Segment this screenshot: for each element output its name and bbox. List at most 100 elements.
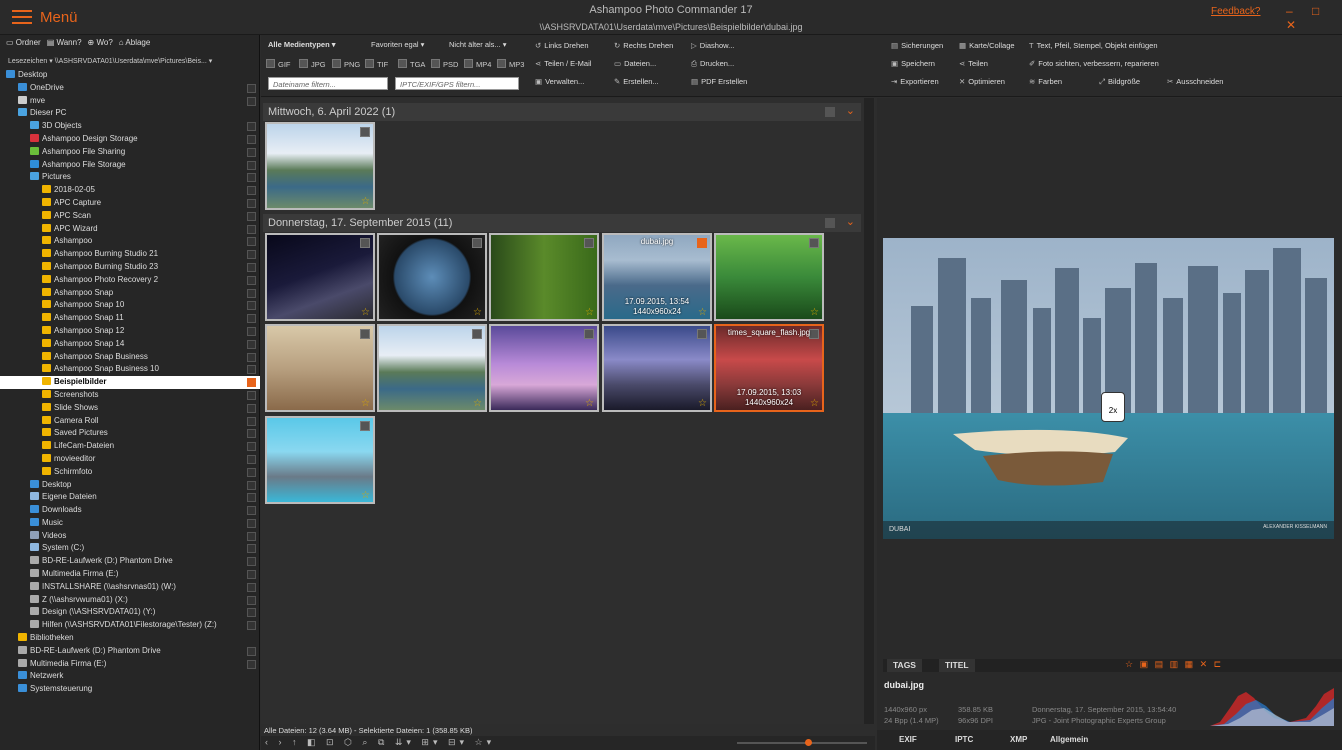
group-header[interactable]: Mittwoch, 6. April 2022 (1) ⌄: [263, 103, 861, 121]
tree-item-checkbox[interactable]: [247, 301, 256, 311]
tree-item[interactable]: Camera Roll: [0, 415, 260, 428]
thumbnail-purple-city[interactable]: ☆: [489, 324, 599, 412]
tree-item-checkbox[interactable]: [247, 339, 256, 349]
tree-item-checkbox[interactable]: [247, 621, 256, 631]
preview-image[interactable]: DUBAI ALEXANDER KISSELMANN: [883, 238, 1334, 539]
toolbar-button[interactable]: ▤ PDF Erstellen: [691, 77, 747, 86]
tree-item[interactable]: Ashampoo Burning Studio 21: [0, 248, 260, 261]
tab-wo[interactable]: ⊕ Wo?: [88, 38, 113, 47]
tree-item[interactable]: Eigene Dateien: [0, 491, 260, 504]
filter-jpg-checkbox[interactable]: JPG: [299, 59, 326, 69]
tree-item-checkbox[interactable]: [247, 160, 256, 170]
toolbar-button[interactable]: ▭ Dateien...: [614, 59, 656, 68]
thumbnail-checkbox[interactable]: [360, 127, 370, 137]
tree-item-checkbox[interactable]: [247, 326, 256, 336]
tree-item-checkbox[interactable]: [247, 378, 256, 388]
tree-item[interactable]: 3D Objects: [0, 120, 260, 133]
tree-item-checkbox[interactable]: [247, 544, 256, 554]
thumbnail-checkbox[interactable]: [472, 329, 482, 339]
tree-item-checkbox[interactable]: [247, 83, 256, 93]
tree-item[interactable]: Hilfen (\\ASHSRVDATA01\Filestorage\Teste…: [0, 619, 260, 632]
tree-item[interactable]: BD-RE-Laufwerk (D:) Phantom Drive: [0, 645, 260, 658]
tree-item[interactable]: Schirmfoto: [0, 466, 260, 479]
tree-item[interactable]: Screenshots: [0, 389, 260, 402]
thumbnail-jungle[interactable]: ☆: [714, 233, 824, 321]
thumbnail-dragonfly[interactable]: ☆: [489, 233, 599, 321]
thumbnail-goat[interactable]: ☆: [265, 324, 375, 412]
tree-item-checkbox[interactable]: [247, 237, 256, 247]
tree-item[interactable]: Ashampoo Snap 14: [0, 338, 260, 351]
filter-mp3-checkbox[interactable]: MP3: [497, 59, 524, 69]
tree-item[interactable]: Ashampoo Design Storage: [0, 133, 260, 146]
tree-item-checkbox[interactable]: [247, 467, 256, 477]
tab-ordner[interactable]: ▭ Ordner: [6, 38, 41, 47]
bookmark-dropdown[interactable]: Lesezeichen ▾ \\ASHSRVDATA01\Userdata\mv…: [8, 57, 258, 65]
tree-item-checkbox[interactable]: [247, 531, 256, 541]
thumbnail-lake-mountains[interactable]: ☆: [265, 122, 375, 210]
tree-item-checkbox[interactable]: [247, 211, 256, 221]
tree-item[interactable]: LifeCam-Dateien: [0, 440, 260, 453]
tree-item[interactable]: Ashampoo Snap 12: [0, 325, 260, 338]
thumbnail-checkbox[interactable]: [360, 238, 370, 248]
tree-item-checkbox[interactable]: [247, 506, 256, 516]
tree-item-checkbox[interactable]: [247, 134, 256, 144]
tree-item-checkbox[interactable]: [247, 518, 256, 528]
star-icon[interactable]: ☆: [585, 307, 594, 318]
tree-item[interactable]: Netzwerk: [0, 670, 260, 683]
tree-item-checkbox[interactable]: [247, 314, 256, 324]
thumbnail-dubai[interactable]: ☆ dubai.jpg 17.09.2015, 13:54 1440x960x24: [602, 233, 712, 321]
tree-item-checkbox[interactable]: [247, 186, 256, 196]
tree-item[interactable]: Ashampoo File Sharing: [0, 146, 260, 159]
vertical-scrollbar[interactable]: [864, 98, 874, 724]
filter-tga-checkbox[interactable]: TGA: [398, 59, 425, 69]
tree-item-checkbox[interactable]: [247, 442, 256, 452]
star-icon[interactable]: ☆: [361, 490, 370, 501]
tree-item[interactable]: Multimedia Firma (E:): [0, 568, 260, 581]
tree-item[interactable]: INSTALLSHARE (\\ashsrvnas01) (W:): [0, 581, 260, 594]
toolbar-button[interactable]: T Text, Pfeil, Stempel, Objekt einfügen: [1029, 41, 1158, 50]
filter-tif-checkbox[interactable]: TIF: [365, 59, 388, 69]
tree-item[interactable]: Multimedia Firma (E:): [0, 658, 260, 671]
age-select[interactable]: Nicht älter als... ▾: [449, 40, 507, 49]
tree-item-checkbox[interactable]: [247, 288, 256, 298]
tree-item[interactable]: Downloads: [0, 504, 260, 517]
star-icon[interactable]: ☆: [698, 398, 707, 409]
tree-item-checkbox[interactable]: [247, 608, 256, 618]
tree-item-checkbox[interactable]: [247, 365, 256, 375]
thumbnail-checkbox[interactable]: [360, 421, 370, 431]
tree-item[interactable]: Beispielbilder: [0, 376, 260, 389]
zoom-slider[interactable]: [737, 742, 867, 744]
star-icon[interactable]: ☆: [473, 307, 482, 318]
tree-item-checkbox[interactable]: [247, 275, 256, 285]
tree-item[interactable]: Music: [0, 517, 260, 530]
toolbar-button[interactable]: ↺ Links Drehen: [535, 41, 589, 50]
tree-item[interactable]: Slide Shows: [0, 402, 260, 415]
tree-item-checkbox[interactable]: [247, 262, 256, 272]
toolbar-button[interactable]: ↻ Rechts Drehen: [614, 41, 673, 50]
toolbar-button[interactable]: ▤ Sicherungen: [891, 41, 943, 50]
tab-allgemein[interactable]: Allgemein: [1050, 735, 1088, 744]
tree-item[interactable]: Desktop: [0, 479, 260, 492]
tree-item-checkbox[interactable]: [247, 582, 256, 592]
tree-item[interactable]: Ashampoo Snap Business 10: [0, 363, 260, 376]
toolbar-button[interactable]: ✕ Optimieren: [959, 77, 1005, 86]
star-icon[interactable]: ☆: [810, 307, 819, 318]
tree-item[interactable]: Z (\\ashsrvwuma01) (X:): [0, 594, 260, 607]
star-icon[interactable]: ☆: [361, 196, 370, 207]
filter-gif-checkbox[interactable]: GIF: [266, 59, 291, 69]
thumbnail-porthole-sea[interactable]: ☆: [377, 233, 487, 321]
tree-item[interactable]: Desktop: [0, 69, 260, 82]
filter-mp4-checkbox[interactable]: MP4: [464, 59, 491, 69]
tree-item[interactable]: APC Wizard: [0, 223, 260, 236]
tree-item[interactable]: Design (\\ASHSRVDATA01) (Y:): [0, 606, 260, 619]
tree-item-checkbox[interactable]: [247, 96, 256, 106]
chevron-down-icon[interactable]: ⌄: [846, 213, 855, 231]
tab-iptc[interactable]: IPTC: [955, 735, 973, 744]
toolbar-button[interactable]: ✐ Foto sichten, verbessern, reparieren: [1029, 59, 1159, 68]
window-controls[interactable]: – □ ✕: [1286, 4, 1342, 32]
tree-item-checkbox[interactable]: [247, 659, 256, 669]
tree-item[interactable]: 2018-02-05: [0, 184, 260, 197]
tree-item[interactable]: Ashampoo Snap Business: [0, 351, 260, 364]
tree-item[interactable]: mve: [0, 95, 260, 108]
toolbar-button[interactable]: ⇥ Exportieren: [891, 77, 939, 86]
